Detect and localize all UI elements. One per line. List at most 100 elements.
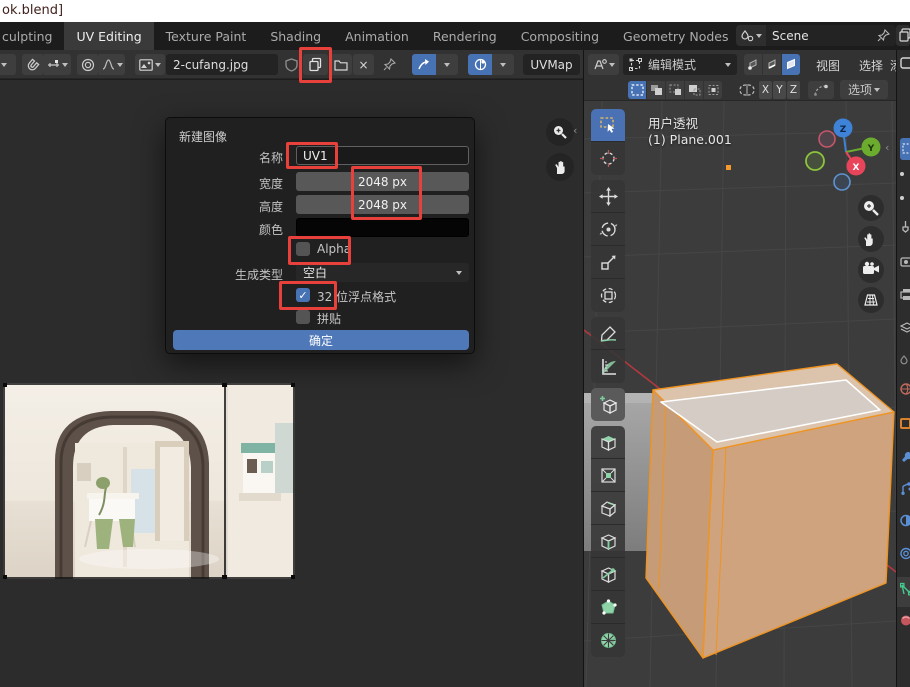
tool-measure[interactable]: [591, 350, 625, 383]
tab-uv-editing[interactable]: UV Editing: [64, 22, 153, 50]
select-mode-edge-button[interactable]: [763, 54, 781, 75]
tab-particles-icon[interactable]: [900, 482, 910, 495]
uv-editor-canvas[interactable]: 新建图像 名称 UV1 宽度 2048 px 高度 2048 px 颜: [0, 80, 583, 687]
open-image-folder-icon[interactable]: [330, 54, 352, 75]
uv-pan-hand-button[interactable]: [546, 153, 574, 181]
proportional-sphere-icon[interactable]: [468, 54, 492, 75]
snap-magnet-icon[interactable]: [22, 54, 44, 75]
chevron-down-icon: [444, 63, 450, 67]
uv-sidebar-collapse-arrow[interactable]: ‹: [573, 124, 577, 137]
uv-snap-options-button[interactable]: [436, 54, 458, 75]
viewport-header: 编辑模式 视图 选择 添: [584, 50, 896, 79]
tool-loop-cut[interactable]: [591, 525, 625, 558]
tool-move[interactable]: [591, 180, 625, 213]
annotation-name-value: [286, 142, 338, 169]
tab-object-data-icon[interactable]: [900, 582, 910, 596]
scene-browse-button[interactable]: [736, 25, 766, 46]
generated-type-dropdown[interactable]: 空白: [296, 263, 469, 282]
tool-add-cube[interactable]: [591, 388, 625, 421]
gizmo-x-label[interactable]: X: [853, 163, 860, 173]
tool-select-box[interactable]: [591, 109, 625, 142]
tool-bevel[interactable]: [591, 492, 625, 525]
mirror-icon[interactable]: [739, 83, 755, 97]
mirror-z-button[interactable]: Z: [787, 81, 800, 99]
falloff-curve-button[interactable]: [99, 54, 125, 75]
image-browse-button[interactable]: [135, 54, 165, 75]
menu-view[interactable]: 视图: [816, 57, 840, 74]
tool-extrude-region[interactable]: [591, 426, 625, 459]
proportional-editing-icon[interactable]: [77, 54, 99, 75]
uv-zoom-button[interactable]: [546, 118, 574, 146]
color-swatch[interactable]: [296, 218, 469, 237]
tool-rotate[interactable]: [591, 213, 625, 246]
viewport-editor-type-button[interactable]: [588, 54, 619, 75]
gizmo-z-label[interactable]: Z: [840, 125, 847, 135]
ok-button[interactable]: 确定: [173, 330, 469, 350]
proportional-options-button[interactable]: [492, 54, 514, 75]
options-dropdown[interactable]: 选项: [840, 80, 888, 99]
tab-compositing[interactable]: Compositing: [509, 22, 611, 50]
viewport-nav-buttons[interactable]: [858, 195, 884, 313]
new-scene-button[interactable]: [896, 25, 910, 46]
tab-geometry-nodes[interactable]: Geometry Nodes: [611, 22, 740, 50]
height-label: 高度: [259, 198, 283, 215]
editor-type-button-partial[interactable]: [0, 54, 16, 75]
snap-settings-button[interactable]: [44, 54, 71, 75]
properties-divider[interactable]: [896, 50, 897, 687]
pin-icon[interactable]: [379, 54, 399, 75]
tool-cursor[interactable]: [591, 142, 625, 175]
mirror-y-button[interactable]: Y: [773, 81, 786, 99]
scene-name-field[interactable]: Scene: [766, 25, 896, 46]
tool-knife[interactable]: [591, 558, 625, 591]
sliver-edit-mode-button[interactable]: [900, 138, 910, 160]
tool-transform[interactable]: [591, 279, 625, 312]
mode-selector[interactable]: 编辑模式: [623, 54, 737, 75]
uv-map-field[interactable]: UVMap: [523, 54, 580, 75]
tab-output-printer-icon[interactable]: [900, 288, 910, 300]
nav-gizmo[interactable]: Z Y X: [806, 119, 881, 191]
tiled-checkbox[interactable]: [296, 310, 310, 324]
select-subtract-button[interactable]: [685, 81, 703, 99]
editor-divider[interactable]: [583, 50, 584, 687]
tool-poly-build[interactable]: [591, 591, 625, 624]
select-intersect-button[interactable]: [704, 81, 722, 99]
gizmo-y-label[interactable]: Y: [867, 144, 875, 154]
blender-window: ok.blend] culpting UV Editing Texture Pa…: [0, 0, 910, 687]
uv-image-canvas[interactable]: [3, 383, 295, 579]
select-extend-button[interactable]: [666, 81, 684, 99]
tab-object-icon[interactable]: [900, 418, 910, 429]
mirror-x-button[interactable]: X: [759, 81, 772, 99]
select-new-button[interactable]: [647, 81, 665, 99]
tweak-box-select-button[interactable]: [628, 81, 646, 99]
tab-physics-icon[interactable]: [900, 514, 910, 527]
uv-snap-arrow-icon[interactable]: [412, 54, 436, 75]
tab-shading[interactable]: Shading: [258, 22, 333, 50]
sliver-dot-2: [900, 196, 904, 200]
tab-constraints-icon[interactable]: [900, 547, 910, 560]
tab-render-icon[interactable]: [900, 255, 910, 267]
unlink-image-button[interactable]: ×: [353, 54, 374, 75]
select-mode-face-button[interactable]: [782, 54, 800, 75]
select-mode-vertex-button[interactable]: [744, 54, 762, 75]
tab-view-layer-icon[interactable]: [900, 322, 910, 334]
menu-select[interactable]: 选择: [859, 57, 883, 74]
tab-texture-paint[interactable]: Texture Paint: [154, 22, 259, 50]
snap-arc-button[interactable]: [808, 81, 834, 99]
tool-spin[interactable]: [591, 624, 625, 657]
tab-sculpting-partial[interactable]: culpting: [0, 22, 64, 50]
tab-modifiers-wrench-icon[interactable]: [900, 450, 910, 463]
tool-scale[interactable]: [591, 246, 625, 279]
viewport-3d[interactable]: Z Y X 用户透视 (1) Plane.001 ‹: [584, 101, 896, 687]
tab-rendering[interactable]: Rendering: [421, 22, 509, 50]
tool-annotate[interactable]: [591, 317, 625, 350]
tab-material-icon[interactable]: [900, 614, 910, 627]
tab-tool-icon[interactable]: [900, 220, 910, 233]
image-name-field[interactable]: 2-cufang.jpg: [166, 54, 278, 75]
viewport-sidebar-collapse-arrow[interactable]: ‹: [885, 141, 889, 154]
chevron-down-icon: [62, 63, 68, 67]
tab-world-icon[interactable]: [900, 383, 910, 395]
tab-animation[interactable]: Animation: [333, 22, 421, 50]
tab-scene-icon[interactable]: [900, 355, 910, 367]
tool-inset-faces[interactable]: [591, 459, 625, 492]
pin-icon[interactable]: [877, 29, 890, 42]
